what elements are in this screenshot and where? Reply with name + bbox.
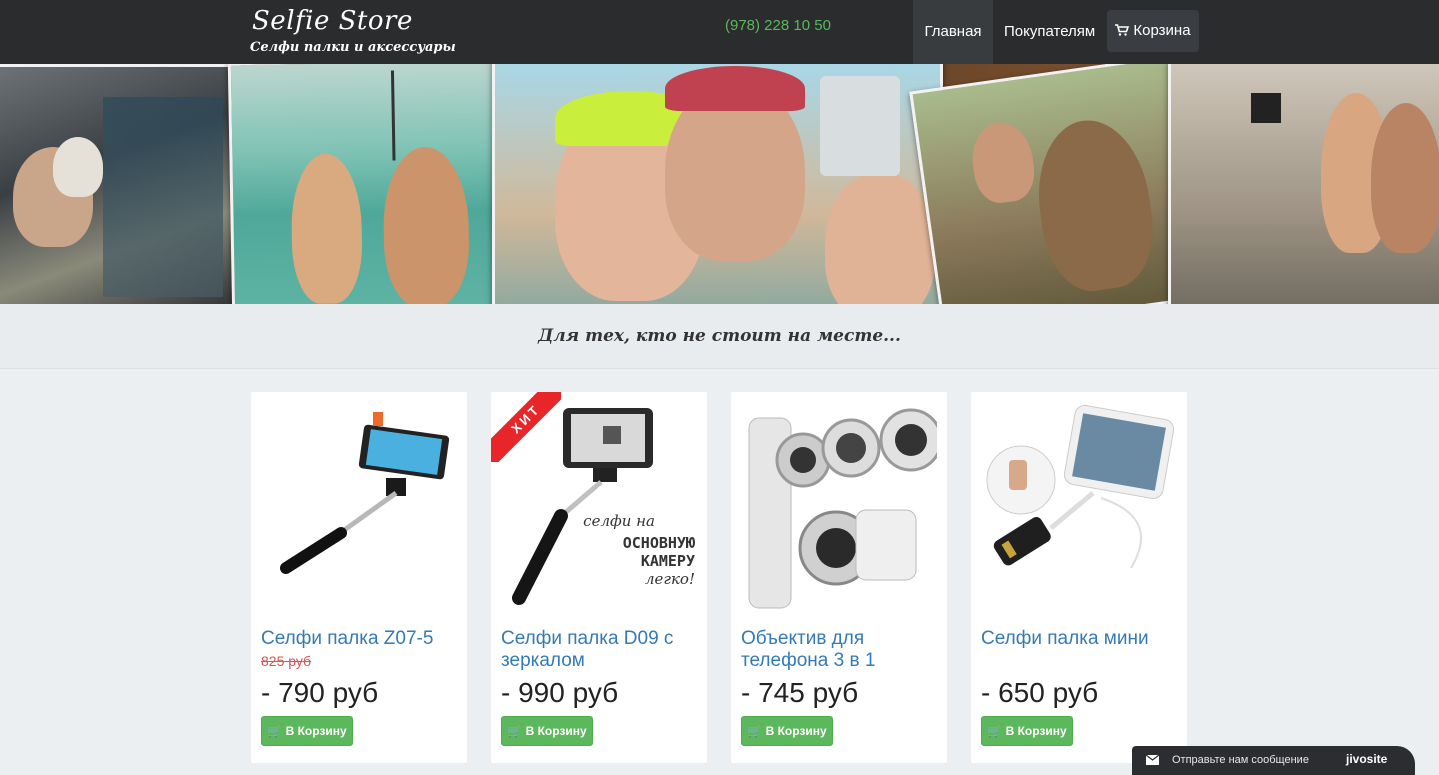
- add-to-cart-label: В Корзину: [285, 724, 347, 738]
- nav-cart-button[interactable]: Корзина: [1107, 10, 1199, 52]
- old-price: 825 руб: [261, 653, 312, 669]
- caption-line-3: КАМЕРУ: [640, 552, 695, 570]
- caption-line-1: селфи на: [583, 512, 655, 530]
- product-image[interactable]: [981, 398, 1177, 612]
- add-to-cart-button[interactable]: 🛒 В Корзину: [501, 716, 593, 746]
- caption-line-4: легко!: [644, 570, 695, 588]
- caption-line-2: ОСНОВНУЮ: [622, 534, 695, 552]
- jivosite-logo: jivosite: [1346, 752, 1388, 766]
- product-title[interactable]: Объектив для телефона 3 в 1: [741, 628, 937, 672]
- banner-photo-couple: [1168, 64, 1439, 304]
- hero-banner: [0, 64, 1439, 304]
- chat-label: Отправьте нам сообщение: [1172, 754, 1309, 766]
- add-to-cart-button[interactable]: 🛒 В Корзину: [981, 716, 1073, 746]
- product-image-caption: селфи на ОСНОВНУЮ КАМЕРУ легко!: [571, 512, 695, 588]
- add-to-cart-button[interactable]: 🛒 В Корзину: [741, 716, 833, 746]
- product-card: Селфи палка Z07-5 825 руб - 790 руб 🛒 В …: [251, 392, 467, 763]
- envelope-icon: [1146, 755, 1159, 765]
- cart-icon: 🛒: [747, 724, 763, 738]
- product-title[interactable]: Селфи палка мини: [981, 628, 1177, 650]
- banner-photo-rooftop: [0, 64, 241, 304]
- brand-subtitle: Селфи палки и аксессуары: [250, 40, 456, 55]
- add-to-cart-button[interactable]: 🛒 В Корзину: [261, 716, 353, 746]
- product-price: - 790 руб: [261, 677, 379, 708]
- cart-icon: 🛒: [507, 724, 523, 738]
- product-price: - 650 руб: [981, 677, 1099, 708]
- navbar: Selfie Store Селфи палки и аксессуары (9…: [0, 0, 1439, 64]
- cart-icon: 🛒: [987, 724, 1003, 738]
- product-price: - 990 руб: [501, 677, 619, 708]
- banner-photo-quokka: [909, 64, 1207, 304]
- cart-icon: 🛒: [267, 724, 283, 738]
- product-title[interactable]: Селфи палка Z07-5: [261, 628, 457, 650]
- add-to-cart-label: В Корзину: [765, 724, 827, 738]
- chat-widget[interactable]: Отправьте нам сообщение jivosite: [1132, 746, 1415, 775]
- nav-buyers[interactable]: Покупателям: [1004, 0, 1095, 64]
- brand-title[interactable]: Selfie Store: [252, 6, 413, 36]
- tagline: Для тех, кто не стоит на месте...: [538, 326, 901, 346]
- cart-icon: [1115, 24, 1130, 36]
- product-card: Объектив для телефона 3 в 1 - 745 руб 🛒 …: [731, 392, 947, 763]
- product-card: Селфи палка мини - 650 руб 🛒 В Корзину: [971, 392, 1187, 763]
- product-title[interactable]: Селфи палка D09 с зеркалом: [501, 628, 697, 672]
- add-to-cart-label: В Корзину: [525, 724, 587, 738]
- tagline-bar: Для тех, кто не стоит на месте...: [0, 304, 1439, 369]
- nav-home[interactable]: Главная: [913, 0, 993, 64]
- nav-cart-label: Корзина: [1133, 22, 1191, 39]
- banner-photo-beach: [227, 64, 504, 304]
- product-image[interactable]: [741, 398, 937, 612]
- product-price: - 745 руб: [741, 677, 859, 708]
- add-to-cart-label: В Корзину: [1005, 724, 1067, 738]
- product-card: селфи на ОСНОВНУЮ КАМЕРУ легко! ХИТ Селф…: [491, 392, 707, 763]
- phone-number: (978) 228 10 50: [725, 17, 831, 34]
- hit-badge: ХИТ: [491, 392, 561, 462]
- product-image[interactable]: [261, 398, 457, 612]
- banner-photo-friends: [492, 64, 943, 304]
